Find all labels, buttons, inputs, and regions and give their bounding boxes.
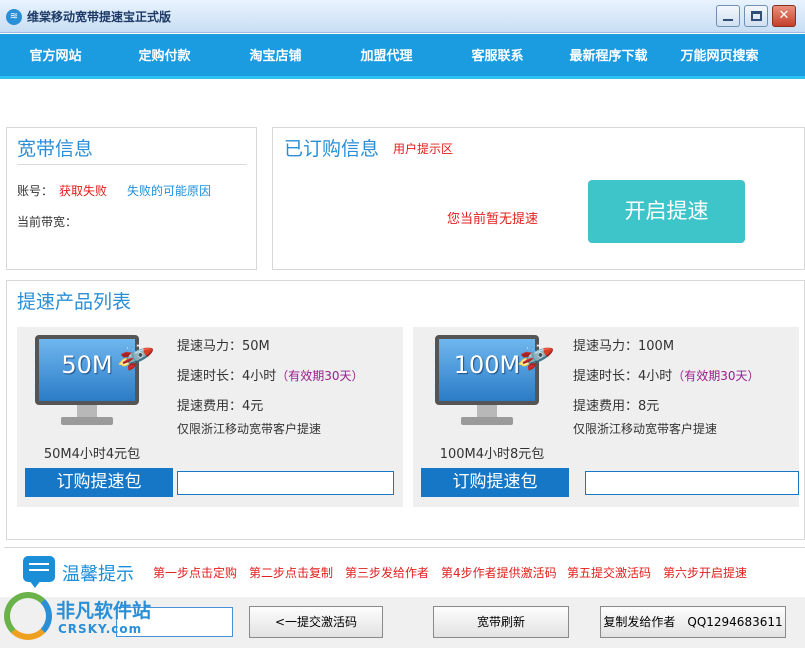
nav-item-official-site[interactable]: 官方网站 <box>0 34 111 79</box>
subscription-panel: 已订购信息 用户提示区 您当前暂无提速 开启提速 <box>272 127 805 270</box>
tip-step-5: 第五提交激活码 <box>567 566 652 580</box>
package-name: 50M4小时4元包 <box>43 447 141 462</box>
order-code-field[interactable] <box>585 471 799 495</box>
monitor-icon: 50M 🚀 <box>35 335 156 431</box>
spec-duration-text: 提速时长：4小时 <box>573 369 673 384</box>
monitor-icon: 100M 🚀 <box>435 335 556 431</box>
maximize-icon <box>751 11 762 21</box>
user-hint-label: 用户提示区 <box>393 142 454 156</box>
spec-horsepower: 提速马力：50M <box>177 339 270 354</box>
spec-validity: （有效期30天） <box>276 369 364 383</box>
tip-step-1: 第一步点击定购 <box>153 566 238 580</box>
watermark-domain: CRSKY.com <box>58 622 143 636</box>
order-package-button[interactable]: 订购提速包 <box>421 468 569 497</box>
tips-title: 温馨提示 <box>62 564 134 585</box>
broadband-info-title: 宽带信息 <box>17 138 94 160</box>
maximize-button[interactable] <box>744 5 768 27</box>
tip-step-2: 第二步点击复制 <box>249 566 334 580</box>
submit-activation-button[interactable]: <一提交激活码 <box>249 606 383 638</box>
copy-to-author-button[interactable]: 复制发给作者 QQ1294683611 <box>600 606 786 638</box>
watermark-logo-icon <box>4 592 52 640</box>
minimize-button[interactable] <box>716 5 740 27</box>
nav-item-web-search[interactable]: 万能网页搜索 <box>664 34 775 79</box>
product-card-100m: 100M 🚀 100M4小时8元包 提速马力：100M 提速时长：4小时（有效期… <box>413 327 799 507</box>
tip-step-3: 第三步发给作者 <box>345 566 430 580</box>
divider <box>17 164 247 165</box>
broadband-info-panel: 宽带信息 账号： 获取失败 失败的可能原因 当前带宽： <box>6 127 257 270</box>
spec-horsepower: 提速马力：100M <box>573 339 675 354</box>
watermark-name: 非凡软件站 <box>56 600 152 622</box>
account-value: 获取失败 <box>59 184 108 198</box>
order-code-field[interactable] <box>177 471 394 495</box>
close-button[interactable]: ✕ <box>772 5 796 27</box>
top-nav: 官方网站 定购付款 淘宝店铺 加盟代理 客服联系 最新程序下载 万能网页搜索 <box>0 34 805 79</box>
subscription-status: 您当前暂无提速 <box>447 212 539 227</box>
spec-duration-text: 提速时长：4小时 <box>177 369 277 384</box>
spec-fee: 提速费用：8元 <box>573 399 660 414</box>
account-label: 账号： <box>17 184 54 198</box>
close-icon: ✕ <box>778 8 790 23</box>
nav-item-franchise[interactable]: 加盟代理 <box>331 34 442 79</box>
fail-reason-link[interactable]: 失败的可能原因 <box>127 182 211 199</box>
spec-fee: 提速费用：4元 <box>177 399 264 414</box>
order-package-button[interactable]: 订购提速包 <box>25 468 173 497</box>
product-card-50m: 50M 🚀 50M4小时4元包 提速马力：50M 提速时长：4小时（有效期30天… <box>17 327 403 507</box>
chat-bubble-icon <box>23 556 55 588</box>
spec-restriction: 仅限浙江移动宽带客户提速 <box>177 422 322 436</box>
title-bar: ≋ 维棠移动宽带提速宝正式版 ✕ <box>0 0 805 33</box>
start-speedup-button[interactable]: 开启提速 <box>588 180 745 243</box>
watermark: 非凡软件站 CRSKY.com <box>4 590 169 646</box>
refresh-broadband-button[interactable]: 宽带刷新 <box>433 606 569 638</box>
package-name: 100M4小时8元包 <box>439 447 545 462</box>
spec-validity: （有效期30天） <box>672 369 760 383</box>
spec-duration: 提速时长：4小时（有效期30天） <box>573 365 760 384</box>
subscription-title: 已订购信息 <box>284 138 380 160</box>
products-title: 提速产品列表 <box>17 291 132 313</box>
nav-item-taobao-shop[interactable]: 淘宝店铺 <box>220 34 331 79</box>
nav-item-download[interactable]: 最新程序下载 <box>553 34 664 79</box>
tip-step-4: 第4步作者提供激活码 <box>441 566 557 580</box>
bandwidth-label: 当前带宽： <box>17 215 78 229</box>
wifi-app-icon: ≋ <box>6 9 22 25</box>
window-title: 维棠移动宽带提速宝正式版 <box>27 10 172 24</box>
nav-item-customer-service[interactable]: 客服联系 <box>442 34 553 79</box>
nav-item-order-payment[interactable]: 定购付款 <box>109 34 220 79</box>
minimize-icon <box>723 19 733 21</box>
tip-step-6: 第六步开启提速 <box>663 566 748 580</box>
spec-duration: 提速时长：4小时（有效期30天） <box>177 365 364 384</box>
spec-restriction: 仅限浙江移动宽带客户提速 <box>573 422 718 436</box>
